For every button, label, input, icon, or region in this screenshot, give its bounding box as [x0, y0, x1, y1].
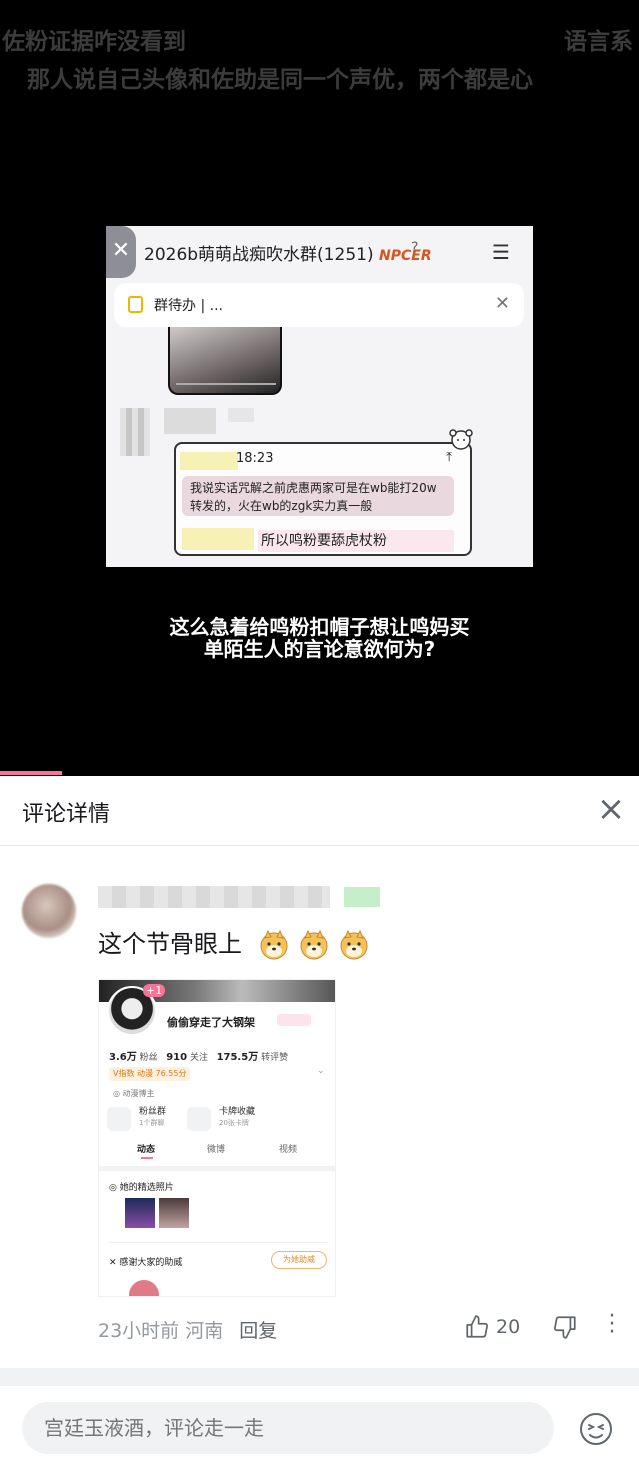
message-time: 18:23	[236, 451, 274, 466]
close-icon: ✕	[106, 226, 136, 278]
reply-message-text: 所以鸣粉要舔虎杖粉	[258, 530, 454, 552]
support-label: ✕ 感谢大家的助威	[109, 1258, 183, 1268]
comment-meta: 23小时前 河南 回复	[98, 1316, 277, 1343]
thumbs-up-icon	[466, 1315, 488, 1338]
profile-tabs: 动态 微博 视频	[99, 1140, 335, 1166]
doge-emoji-icon	[300, 929, 328, 960]
profile-name: 偷偷穿走了大钢架	[167, 1016, 255, 1029]
supporter-avatar	[129, 1280, 159, 1296]
todo-icon	[128, 296, 143, 313]
blurred-avatar	[120, 408, 150, 456]
comment-detail-panel: 评论详情 × 这个节骨眼上 +1 偷偷穿走了大钢架 3.6万 粉丝 910 关注…	[0, 776, 639, 1468]
card-icon	[187, 1107, 211, 1131]
v-index-badge: V指数 动漫 76.55分	[109, 1067, 191, 1081]
close-icon[interactable]: ×	[593, 792, 629, 828]
reply-button[interactable]: 回复	[239, 1320, 277, 1342]
group-name: 2026b萌萌战痴吹水群(1251) NPCER	[144, 245, 432, 265]
quoted-message-bubble: 18:23 ⤒ 我说实话咒解之前虎惠两家可是在wb能打20w转发的，火在wb的z…	[174, 442, 472, 556]
profile-stats: 3.6万 粉丝 910 关注 175.5万 转评赞	[109, 1052, 289, 1063]
doge-emoji-icon	[340, 929, 368, 960]
doge-emoji-icon	[260, 929, 288, 960]
comment-location: 河南	[185, 1320, 224, 1342]
group-icon	[107, 1107, 131, 1131]
comment-time: 23小时前	[98, 1320, 180, 1342]
vip-badge	[277, 1014, 311, 1026]
featured-photos-label: ◎ 她的精选照片	[109, 1183, 174, 1193]
dislike-button[interactable]	[552, 1314, 578, 1340]
video-subtitle-line2: 单陌生人的言论意欲何为?	[203, 637, 436, 661]
comment-input-bar	[0, 1386, 639, 1468]
more-options-icon[interactable]: · · ·	[604, 1306, 620, 1344]
fan-group-box: 粉丝群 1个群聊	[107, 1107, 166, 1131]
emoji-icon[interactable]	[578, 1411, 614, 1447]
group-tag: NPCER	[379, 248, 432, 264]
comment-text: 这个节骨眼上	[98, 924, 370, 961]
menu-icon: ☰	[492, 240, 510, 264]
support-button: 为她助威	[271, 1251, 327, 1269]
blurred-name	[164, 408, 216, 434]
video-caption-line1: 佐粉证据咋没看到	[2, 29, 186, 55]
user-level-badge	[344, 887, 380, 907]
panel-title: 评论详情	[22, 802, 111, 827]
video-subtitle-line1: 这么急着给鸣粉扣帽子想让鸣妈买	[169, 615, 470, 639]
ear-icon: ?	[411, 240, 419, 256]
avatar[interactable]	[22, 884, 76, 938]
video-player[interactable]: 佐粉证据咋没看到 语言系 那人说自己头像和佐助是同一个声优，两个都是心 ✕ 20…	[0, 0, 639, 776]
video-caption-line1-right: 语言系	[564, 29, 633, 55]
comment-input[interactable]	[22, 1402, 554, 1454]
video-thumbnail	[168, 327, 282, 395]
bear-sticker-icon	[449, 429, 473, 450]
panel-header: 评论详情 ×	[0, 776, 639, 846]
blurred-name	[228, 408, 254, 422]
quoted-message-text: 我说实话咒解之前虎惠两家可是在wb能打20w转发的，火在wb的zgk实力真一般	[182, 476, 454, 516]
card-collection-box: 卡牌收藏 20张卡牌	[187, 1107, 255, 1131]
comment-image[interactable]: +1 偷偷穿走了大钢架 3.6万 粉丝 910 关注 175.5万 转评赞 V指…	[98, 979, 336, 1297]
video-caption-line2: 那人说自己头像和佐助是同一个声优，两个都是心	[27, 67, 533, 93]
like-button[interactable]: 20	[464, 1314, 520, 1340]
group-todo-bar: 群待办 | ... ✕	[114, 283, 524, 327]
certification: ◎ 动漫博主	[113, 1089, 155, 1098]
blurred-username[interactable]	[98, 886, 330, 908]
like-count: 20	[496, 1316, 521, 1338]
chevron-down-icon: ⌄	[317, 1066, 325, 1076]
photo-thumbnail	[159, 1198, 189, 1228]
close-icon: ✕	[494, 293, 510, 314]
todo-label: 群待办 | ...	[154, 298, 223, 314]
plus-one-badge: +1	[143, 984, 166, 997]
thumbs-down-icon	[554, 1316, 576, 1339]
video-progress-bar[interactable]	[0, 771, 62, 775]
photo-thumbnail	[125, 1198, 155, 1228]
chat-screenshot: ✕ 2026b萌萌战痴吹水群(1251) NPCER ? ☰ 群待办 | ...…	[106, 226, 533, 567]
